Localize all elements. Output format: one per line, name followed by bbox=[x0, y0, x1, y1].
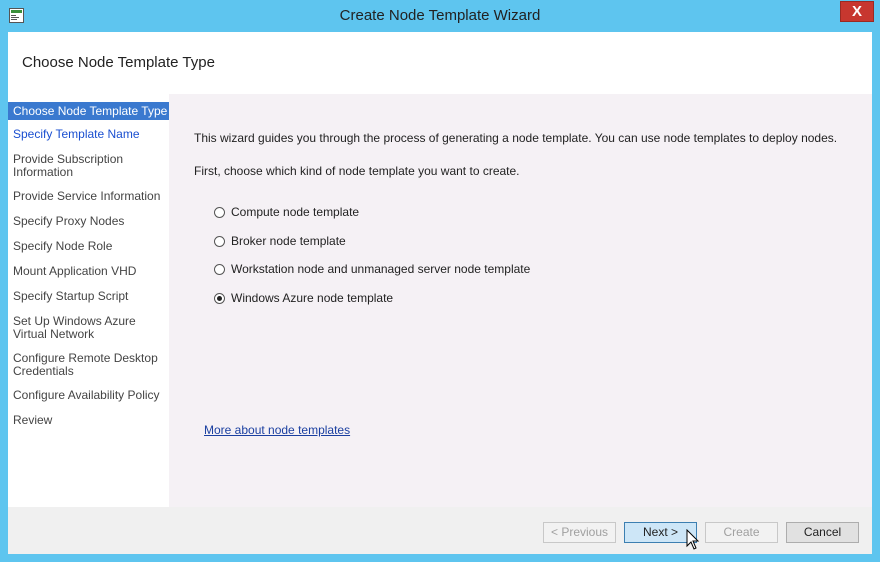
wizard-footer: < Previous Next > Create Cancel bbox=[8, 507, 872, 554]
sidebar-item-provide-service-information: Provide Service Information bbox=[13, 189, 161, 203]
window-title: Create Node Template Wizard bbox=[339, 7, 541, 24]
cancel-button[interactable]: Cancel bbox=[786, 522, 859, 543]
sidebar-item-specify-proxy-nodes: Specify Proxy Nodes bbox=[13, 214, 125, 228]
option-label: Broker node template bbox=[231, 234, 346, 248]
mouse-cursor-icon bbox=[686, 529, 700, 550]
previous-button[interactable]: < Previous bbox=[543, 522, 616, 543]
sidebar-item-specify-template-name[interactable]: Specify Template Name bbox=[8, 128, 169, 141]
radio-button[interactable] bbox=[214, 263, 225, 275]
intro-text: This wizard guides you through the proce… bbox=[194, 131, 838, 145]
sidebar-item-specify-node-role: Specify Node Role bbox=[13, 239, 113, 253]
option-label: Workstation node and unmanaged server no… bbox=[231, 262, 531, 276]
sidebar-item-choose-node-template-type[interactable]: Choose Node Template Type bbox=[8, 102, 169, 120]
option-broker-node-template[interactable]: Broker node template bbox=[214, 233, 346, 249]
close-icon: X bbox=[851, 3, 862, 20]
wizard-window: Create Node Template Wizard X Choose Nod… bbox=[0, 0, 880, 562]
sidebar-item-specify-startup-script: Specify Startup Script bbox=[13, 289, 129, 303]
sidebar-item-set-up-azure-virtual-network: Set Up Windows Azure Virtual Network bbox=[13, 314, 136, 341]
wizard-steps-sidebar: Choose Node Template Type Specify Templa… bbox=[8, 94, 169, 507]
radio-button-selected[interactable] bbox=[214, 292, 225, 304]
option-workstation-node-template[interactable]: Workstation node and unmanaged server no… bbox=[214, 261, 530, 277]
sidebar-item-provide-subscription-information: Provide Subscription Information bbox=[13, 152, 124, 179]
sidebar-item-configure-availability-policy: Configure Availability Policy bbox=[13, 388, 160, 402]
sidebar-item-configure-remote-desktop-credentials: Configure Remote Desktop Credentials bbox=[13, 351, 158, 378]
option-compute-node-template[interactable]: Compute node template bbox=[214, 204, 359, 220]
more-about-node-templates-link[interactable]: More about node templates bbox=[204, 423, 350, 437]
instruction-text: First, choose which kind of node templat… bbox=[194, 164, 520, 178]
radio-button[interactable] bbox=[214, 206, 225, 218]
sidebar-item-mount-application-vhd: Mount Application VHD bbox=[13, 264, 137, 278]
wizard-content: This wizard guides you through the proce… bbox=[169, 94, 872, 507]
option-windows-azure-node-template[interactable]: Windows Azure node template bbox=[214, 290, 393, 306]
radio-button[interactable] bbox=[214, 235, 225, 247]
sidebar-item-review: Review bbox=[13, 413, 53, 427]
wizard-client-area: Choose Node Template Type Choose Node Te… bbox=[8, 32, 872, 554]
title-bar[interactable]: Create Node Template Wizard X bbox=[0, 0, 880, 32]
option-label: Windows Azure node template bbox=[231, 291, 394, 305]
create-button[interactable]: Create bbox=[705, 522, 778, 543]
option-label: Compute node template bbox=[231, 205, 360, 219]
close-button[interactable]: X bbox=[840, 1, 874, 22]
wizard-header: Choose Node Template Type bbox=[8, 32, 872, 94]
page-title: Choose Node Template Type bbox=[22, 54, 215, 71]
